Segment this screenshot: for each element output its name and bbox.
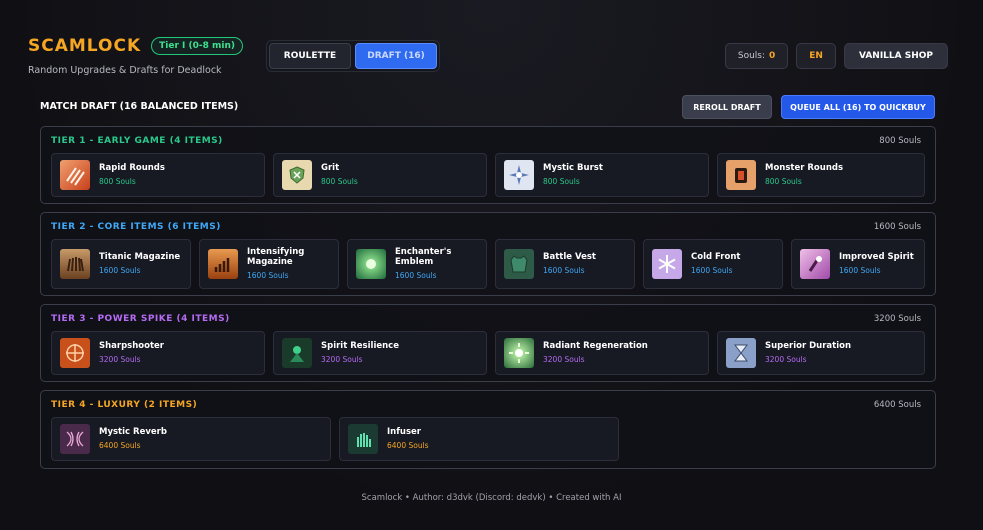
language-button[interactable]: EN — [796, 43, 836, 69]
rapid-rounds-icon — [60, 160, 90, 190]
item-name: Cold Front — [691, 252, 741, 263]
tier-title: TIER 1 - EARLY GAME (4 ITEMS) — [51, 136, 223, 146]
tier-3-section: TIER 3 - POWER SPIKE (4 ITEMS) 3200 Soul… — [40, 304, 936, 382]
titanic-magazine-icon — [60, 249, 90, 279]
header: SCAMLOCK Tier I (0-8 min) Random Upgrade… — [28, 36, 243, 76]
tier-2-section: TIER 2 - CORE ITEMS (6 ITEMS) 1600 Souls… — [40, 212, 936, 296]
cold-front-icon — [652, 249, 682, 279]
infuser-icon — [348, 424, 378, 454]
enchanters-emblem-icon — [356, 249, 386, 279]
tier-cost: 1600 Souls — [873, 222, 921, 232]
tier-badge: Tier I (0-8 min) — [151, 37, 243, 55]
item-price: 6400 Souls — [99, 440, 141, 450]
item-card[interactable]: Enchanter's Emblem 1600 Souls — [347, 239, 487, 289]
tier-cost: 6400 Souls — [873, 400, 921, 410]
radiant-regeneration-icon — [504, 338, 534, 368]
item-name: Monster Rounds — [765, 163, 844, 174]
tier-4-section: TIER 4 - LUXURY (2 ITEMS) 6400 Souls Mys… — [40, 390, 936, 469]
item-card[interactable]: Spirit Resilience 3200 Souls — [273, 331, 487, 375]
item-card[interactable]: Intensifying Magazine 1600 Souls — [199, 239, 339, 289]
item-price: 3200 Souls — [99, 354, 141, 364]
item-card[interactable]: Rapid Rounds 800 Souls — [51, 153, 265, 197]
item-price: 800 Souls — [321, 176, 358, 186]
item-card[interactable]: Grit 800 Souls — [273, 153, 487, 197]
item-price: 1600 Souls — [247, 270, 289, 280]
top-right-controls: Souls: 0 EN VANILLA SHOP — [724, 43, 948, 69]
item-card[interactable]: Cold Front 1600 Souls — [643, 239, 783, 289]
tier-1-section: TIER 1 - EARLY GAME (4 ITEMS) 800 Souls … — [40, 126, 936, 204]
queue-all-button[interactable]: QUEUE ALL (16) TO QUICKBUY — [781, 95, 935, 119]
monster-rounds-icon — [726, 160, 756, 190]
souls-label: Souls: — [737, 51, 766, 61]
app-subtitle: Random Upgrades & Drafts for Deadlock — [28, 65, 222, 76]
item-card[interactable]: Radiant Regeneration 3200 Souls — [495, 331, 709, 375]
item-name: Spirit Resilience — [321, 341, 399, 352]
item-name: Rapid Rounds — [99, 163, 165, 174]
souls-counter: Souls: 0 — [724, 43, 789, 69]
draft-tab[interactable]: DRAFT (16) — [355, 43, 437, 69]
mystic-burst-icon — [504, 160, 534, 190]
item-card[interactable]: Sharpshooter 3200 Souls — [51, 331, 265, 375]
item-name: Battle Vest — [543, 252, 596, 263]
item-name: Titanic Magazine — [99, 252, 181, 263]
item-price: 800 Souls — [99, 176, 136, 186]
item-name: Radiant Regeneration — [543, 341, 648, 352]
app-title: SCAMLOCK — [28, 36, 142, 56]
mystic-reverb-icon — [60, 424, 90, 454]
tier-title: TIER 3 - POWER SPIKE (4 ITEMS) — [51, 314, 230, 324]
item-price: 800 Souls — [543, 176, 580, 186]
item-card[interactable]: Mystic Burst 800 Souls — [495, 153, 709, 197]
item-price: 1600 Souls — [543, 265, 585, 275]
intensifying-magazine-icon — [208, 249, 238, 279]
item-name: Intensifying Magazine — [247, 247, 305, 267]
item-price: 6400 Souls — [387, 440, 429, 450]
mode-toggle: ROULETTE DRAFT (16) — [266, 40, 440, 72]
item-card[interactable]: Monster Rounds 800 Souls — [717, 153, 925, 197]
tier-cost: 800 Souls — [879, 136, 921, 146]
item-card[interactable]: Titanic Magazine 1600 Souls — [51, 239, 191, 289]
sharpshooter-icon — [60, 338, 90, 368]
item-price: 3200 Souls — [543, 354, 585, 364]
item-name: Enchanter's Emblem — [395, 247, 452, 267]
vanilla-shop-button[interactable]: VANILLA SHOP — [843, 43, 948, 69]
superior-duration-icon — [726, 338, 756, 368]
reroll-draft-button[interactable]: REROLL DRAFT — [682, 95, 772, 119]
spirit-resilience-icon — [282, 338, 312, 368]
item-name: Improved Spirit — [839, 252, 914, 263]
improved-spirit-icon — [800, 249, 830, 279]
item-price: 1600 Souls — [395, 270, 437, 280]
item-card[interactable]: Mystic Reverb 6400 Souls — [51, 417, 331, 461]
item-price: 3200 Souls — [765, 354, 807, 364]
item-card[interactable]: Battle Vest 1600 Souls — [495, 239, 635, 289]
draft-title: MATCH DRAFT (16 BALANCED ITEMS) — [40, 101, 239, 112]
item-card[interactable]: Improved Spirit 1600 Souls — [791, 239, 925, 289]
item-price: 1600 Souls — [691, 265, 733, 275]
battle-vest-icon — [504, 249, 534, 279]
item-price: 800 Souls — [765, 176, 802, 186]
tier-title: TIER 4 - LUXURY (2 ITEMS) — [51, 400, 198, 410]
tier-cost: 3200 Souls — [873, 314, 921, 324]
item-price: 1600 Souls — [839, 265, 881, 275]
grit-icon — [282, 160, 312, 190]
item-name: Mystic Reverb — [99, 427, 167, 438]
item-name: Grit — [321, 163, 340, 174]
item-card[interactable]: Infuser 6400 Souls — [339, 417, 619, 461]
item-card[interactable]: Superior Duration 3200 Souls — [717, 331, 925, 375]
tier-title: TIER 2 - CORE ITEMS (6 ITEMS) — [51, 222, 221, 232]
souls-value: 0 — [769, 51, 776, 61]
item-name: Mystic Burst — [543, 163, 603, 174]
footer: Scamlock • Author: d3dvk (Discord: dedvk… — [361, 493, 622, 503]
item-price: 3200 Souls — [321, 354, 363, 364]
item-price: 1600 Souls — [99, 265, 141, 275]
item-name: Superior Duration — [765, 341, 852, 352]
item-name: Sharpshooter — [99, 341, 164, 352]
item-name: Infuser — [387, 427, 421, 438]
roulette-tab[interactable]: ROULETTE — [269, 43, 351, 69]
